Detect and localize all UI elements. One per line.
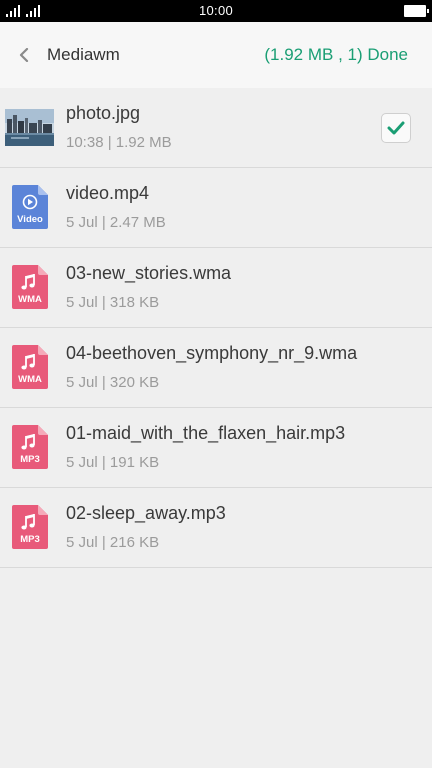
music-file-icon: WMA [12, 265, 48, 309]
file-row-beethoven-wma[interactable]: WMA 04-beethoven_symphony_nr_9.wma 5 Jul… [0, 328, 432, 408]
status-time: 10:00 [198, 3, 234, 18]
file-name: photo.jpg [66, 103, 141, 123]
photo-thumbnail [5, 109, 54, 146]
chevron-left-icon [19, 48, 29, 62]
battery-icon [404, 5, 429, 17]
file-row-new-stories-wma[interactable]: WMA 03-new_stories.wma 5 Jul | 318 KB [0, 248, 432, 328]
file-type-badge: Video [17, 214, 43, 225]
music-file-icon: MP3 [12, 505, 48, 549]
checkmark-icon [387, 121, 405, 135]
done-button[interactable]: (1.92 MB , 1) Done [264, 45, 408, 65]
file-type-badge: WMA [18, 374, 42, 385]
header-bar: Mediawm (1.92 MB , 1) Done [0, 22, 432, 89]
file-meta: 5 Jul | 2.47 MB [66, 214, 166, 231]
file-type-badge: MP3 [20, 454, 40, 465]
file-row-maid-mp3[interactable]: MP3 01-maid_with_the_flaxen_hair.mp3 5 J… [0, 408, 432, 488]
file-meta: 10:38 | 1.92 MB [66, 134, 172, 151]
file-name: 02-sleep_away.mp3 [66, 503, 226, 523]
file-type-badge: WMA [18, 294, 42, 305]
file-row-photo-jpg[interactable]: photo.jpg 10:38 | 1.92 MB [0, 88, 432, 168]
file-meta: 5 Jul | 320 KB [66, 374, 160, 391]
file-meta: 5 Jul | 318 KB [66, 294, 160, 311]
music-file-icon: WMA [12, 345, 48, 389]
music-file-icon: MP3 [12, 425, 48, 469]
video-file-icon: Video [12, 185, 48, 229]
file-name: 04-beethoven_symphony_nr_9.wma [66, 343, 358, 363]
status-bar: 10:00 [0, 0, 432, 22]
page-title: Mediawm [47, 45, 120, 64]
file-meta: 5 Jul | 216 KB [66, 534, 160, 551]
file-name: video.mp4 [66, 183, 150, 203]
file-type-badge: MP3 [20, 534, 40, 545]
file-name: 01-maid_with_the_flaxen_hair.mp3 [66, 423, 346, 443]
back-button[interactable] [12, 43, 36, 67]
file-checkbox-checked[interactable] [381, 113, 411, 143]
file-meta: 5 Jul | 191 KB [66, 454, 160, 471]
file-row-video-mp4[interactable]: Video video.mp4 5 Jul | 2.47 MB [0, 168, 432, 248]
file-name: 03-new_stories.wma [66, 263, 232, 283]
file-row-sleep-away-mp3[interactable]: MP3 02-sleep_away.mp3 5 Jul | 216 KB [0, 488, 432, 568]
file-list: photo.jpg 10:38 | 1.92 MB Video video.mp… [0, 88, 432, 568]
